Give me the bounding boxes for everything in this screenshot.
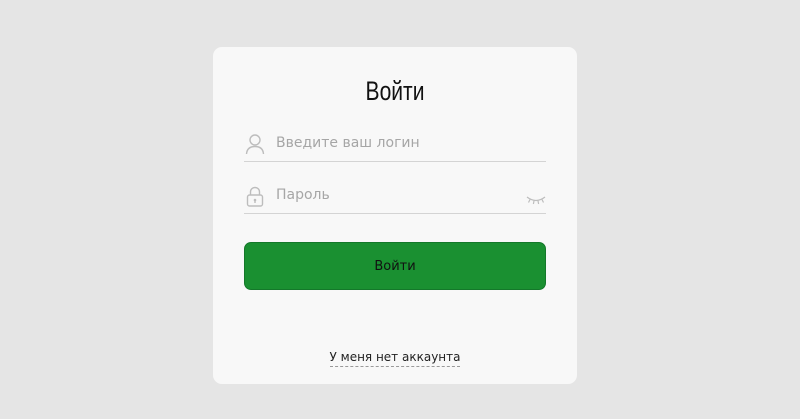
register-link[interactable]: У меня нет аккаунта (329, 350, 461, 367)
eye-closed-icon[interactable] (526, 191, 546, 205)
login-button[interactable]: Войти (244, 242, 546, 290)
login-card: Войти Введите ваш логин Войти У меня нет… (213, 47, 577, 384)
login-input[interactable] (276, 131, 516, 155)
password-input[interactable] (276, 183, 516, 207)
user-icon (244, 133, 266, 155)
login-field (244, 127, 546, 162)
lock-icon (244, 185, 266, 207)
password-field (244, 179, 546, 214)
page-title: Войти (365, 76, 425, 106)
register-link-container: У меня нет аккаунта (213, 348, 577, 367)
